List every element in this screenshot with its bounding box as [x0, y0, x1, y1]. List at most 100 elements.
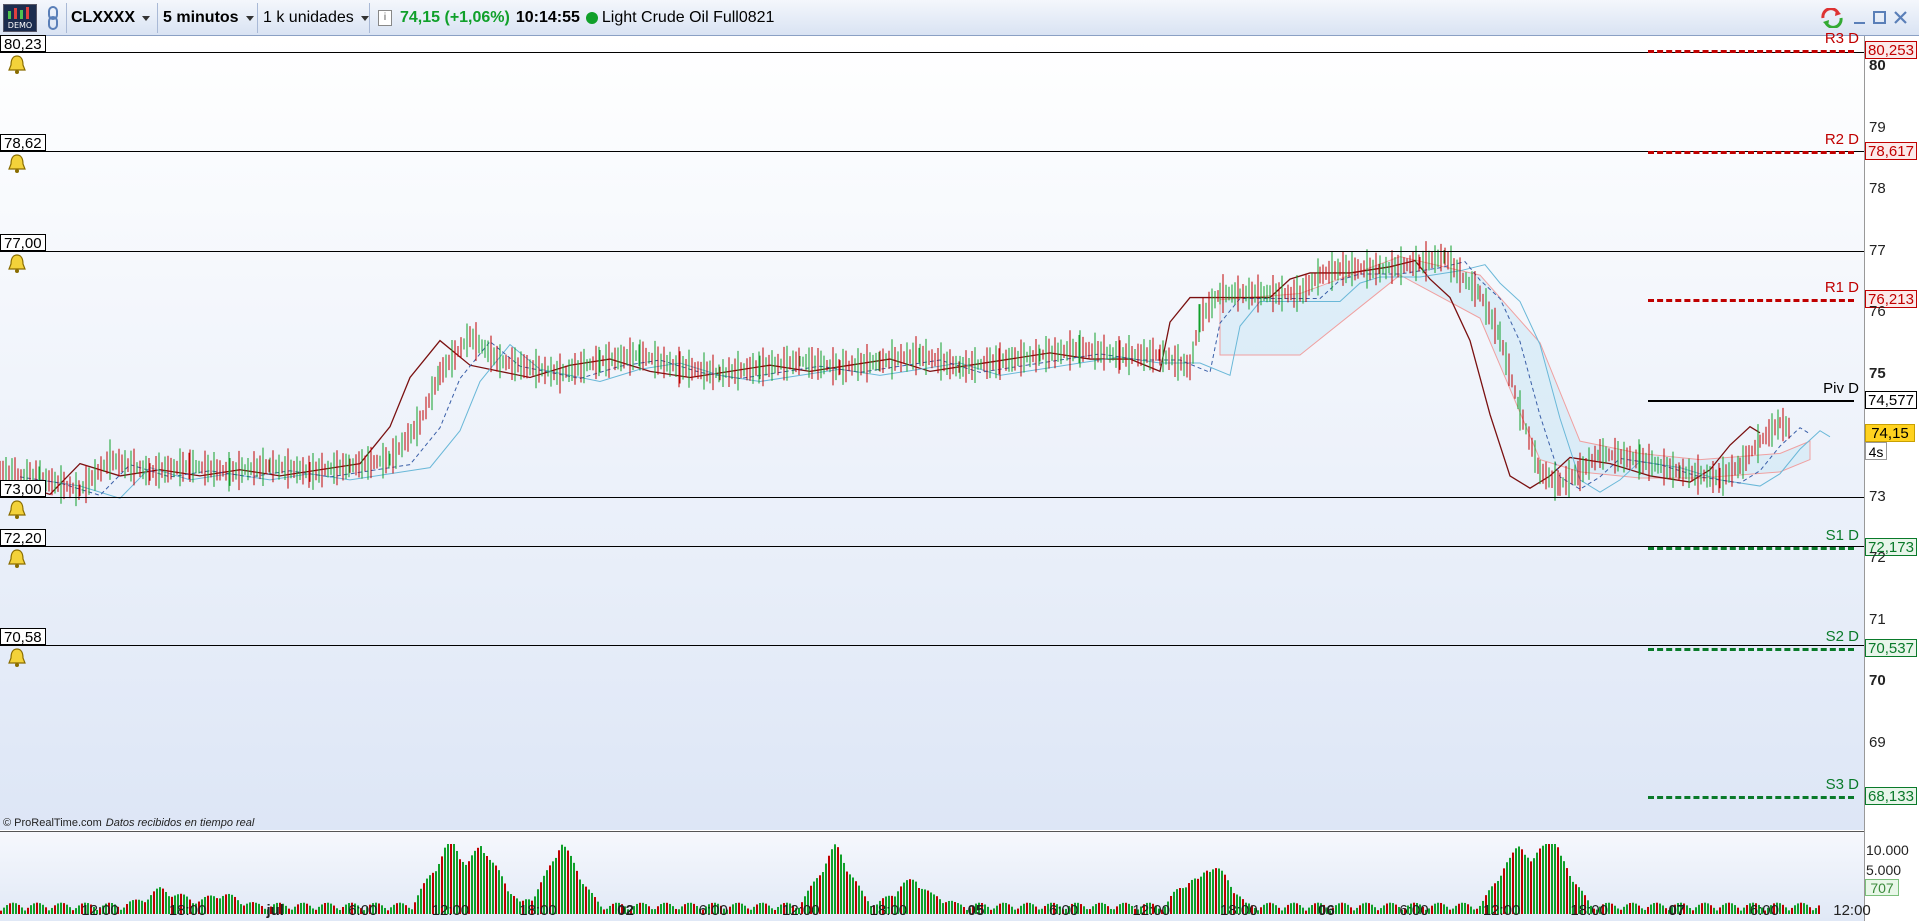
bell-icon[interactable] — [6, 54, 28, 76]
volume-bar — [150, 895, 152, 914]
volume-bar — [1020, 905, 1022, 914]
volume-bar — [831, 849, 833, 914]
pivot-name: S1 D — [1825, 527, 1859, 545]
price-chart[interactable]: 80,23 78,62 77,00 73,00 72,20 70,58 R3 D 80,25… — [0, 30, 1919, 921]
price-tick: 73 — [1869, 487, 1886, 505]
volume-bar — [129, 901, 131, 914]
volume-bar — [21, 907, 23, 914]
volume-bar — [1467, 904, 1469, 914]
volume-bar — [66, 904, 68, 914]
volume-bar — [45, 907, 47, 914]
time-tick: 12:00 — [1482, 902, 1521, 919]
price-tick: 75 — [1869, 364, 1886, 382]
info-icon[interactable]: i — [378, 10, 392, 26]
volume-bar — [1023, 903, 1025, 914]
volume-bar — [774, 909, 776, 914]
bell-icon[interactable] — [6, 253, 28, 275]
volume-bar — [1554, 844, 1556, 914]
pivot-line[interactable] — [1648, 151, 1854, 155]
alert-line-label: 80,23 — [0, 34, 46, 53]
volume-bar — [1443, 904, 1445, 914]
volume-bar — [1701, 903, 1703, 914]
volume-bar — [1359, 905, 1361, 914]
refresh-icon[interactable] — [1820, 8, 1843, 28]
volume-bar — [744, 905, 746, 914]
minimize-icon[interactable] — [1852, 8, 1872, 28]
volume-bar — [1122, 902, 1124, 914]
volume-bar — [930, 892, 932, 914]
time-tick: 6:00 — [1399, 902, 1429, 919]
volume-bar — [1557, 847, 1559, 914]
volume-bar — [1173, 891, 1175, 914]
volume-bar — [942, 903, 944, 914]
volume-bar — [1107, 906, 1109, 914]
volume-bar — [912, 879, 914, 914]
volume-bar — [1344, 903, 1346, 914]
close-icon[interactable] — [1893, 8, 1913, 28]
pivot-line[interactable] — [1648, 298, 1854, 302]
time-tick: 18:00 — [1220, 902, 1258, 919]
volume-bar — [255, 902, 257, 914]
volume-bar — [588, 889, 590, 914]
alert-line[interactable] — [0, 51, 1864, 53]
volume-bar — [132, 900, 134, 914]
link-chain-icon[interactable] — [42, 5, 64, 31]
volume-bar — [939, 899, 941, 914]
volume-bar — [384, 907, 386, 914]
alert-line[interactable] — [0, 545, 1864, 547]
volume-bar — [945, 902, 947, 914]
price-tick: 72 — [1869, 549, 1886, 566]
timeframe-selector[interactable]: 5 minutos — [158, 3, 258, 33]
volume-bar — [381, 905, 383, 914]
bell-icon[interactable] — [6, 499, 28, 521]
chevron-down-icon — [142, 15, 151, 21]
alert-line[interactable] — [0, 496, 1864, 498]
alert-line[interactable] — [0, 150, 1864, 152]
volume-bar — [1545, 844, 1547, 914]
pivot-line[interactable] — [1648, 547, 1854, 551]
volume-bar — [1473, 909, 1475, 914]
volume-bar — [1644, 909, 1646, 914]
volume-bar — [135, 899, 137, 914]
volume-bar — [1521, 849, 1523, 914]
volume-bar — [1686, 905, 1688, 914]
volume-bar — [1194, 878, 1196, 914]
volume-bar — [669, 903, 671, 914]
alert-line-label: 77,00 — [0, 233, 46, 252]
symbol-selector[interactable]: CLXXXX — [66, 3, 158, 33]
pivot-line[interactable] — [1648, 50, 1854, 54]
alert-line[interactable] — [0, 250, 1864, 252]
pivot-line[interactable] — [1648, 399, 1854, 402]
volume-bar — [1614, 905, 1616, 914]
volume-bar — [936, 896, 938, 914]
volume-bar — [426, 878, 428, 914]
volume-bar — [672, 906, 674, 914]
volume-bar — [1785, 907, 1787, 914]
maximize-icon[interactable] — [1872, 8, 1892, 28]
bell-icon[interactable] — [6, 153, 28, 175]
units-selector[interactable]: 1 k unidades — [258, 3, 370, 33]
volume-bar — [864, 896, 866, 914]
pivot-line[interactable] — [1648, 795, 1854, 799]
bell-icon[interactable] — [6, 548, 28, 570]
volume-bar — [1011, 906, 1013, 914]
volume-bar — [762, 902, 764, 914]
volume-bar — [1431, 905, 1433, 914]
time-tick: 18:00 — [519, 902, 557, 919]
volume-bar — [1731, 903, 1733, 914]
volume-bar — [951, 900, 953, 914]
volume-bar — [663, 902, 665, 914]
current-volume-label: 707 — [1865, 879, 1899, 896]
volume-bar — [210, 895, 212, 914]
volume-bar — [504, 883, 506, 914]
volume-bar — [507, 891, 509, 914]
volume-bar — [1290, 903, 1292, 914]
pivot-line[interactable] — [1648, 647, 1854, 651]
alert-line[interactable] — [0, 645, 1864, 647]
bell-icon[interactable] — [6, 647, 28, 669]
volume-bar — [300, 902, 302, 914]
volume-bar — [393, 904, 395, 914]
volume-bar — [999, 903, 1001, 914]
volume-bar — [1380, 908, 1382, 914]
volume-bar — [573, 862, 575, 914]
